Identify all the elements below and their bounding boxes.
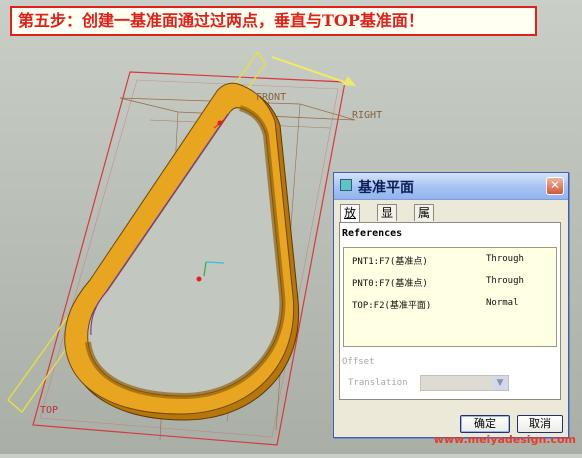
- dialog-title-bar[interactable]: 基准平面 ✕: [334, 173, 568, 200]
- offset-label: Offset: [342, 357, 375, 367]
- reference-type[interactable]: Through: [486, 276, 524, 286]
- dialog-title: 基准平面: [358, 180, 414, 196]
- reference-row[interactable]: PNT0:F7(基准点) Through: [350, 276, 550, 290]
- top-plane-label: TOP: [40, 405, 59, 416]
- front-plane-label: FRONT: [256, 92, 287, 103]
- references-list[interactable]: PNT1:F7(基准点) Through PNT0:F7(基准点) Throug…: [343, 247, 557, 347]
- datum-plane-icon: [340, 179, 352, 191]
- reference-row[interactable]: PNT1:F7(基准点) Through: [350, 254, 550, 268]
- cancel-button[interactable]: 取消: [517, 415, 563, 433]
- reference-row[interactable]: TOP:F2(基准平面) Normal: [350, 298, 550, 312]
- reference-type[interactable]: Through: [486, 254, 524, 264]
- references-header: References: [342, 228, 403, 239]
- reference-name: TOP:F2(基准平面): [352, 301, 432, 311]
- reference-name: PNT1:F7(基准点): [352, 257, 428, 267]
- watermark-text: www.meiyadesign.com: [433, 433, 576, 446]
- ok-button[interactable]: 确定: [460, 415, 510, 433]
- right-plane-label: RIGHT: [352, 110, 383, 121]
- tab-placement[interactable]: 放置: [340, 204, 361, 236]
- tab-properties[interactable]: 属性: [414, 204, 435, 236]
- close-button[interactable]: ✕: [546, 177, 564, 195]
- datum-point-pnt0[interactable]: [196, 276, 202, 282]
- tab-display[interactable]: 显示: [377, 204, 398, 236]
- translation-select[interactable]: ▼: [420, 375, 509, 391]
- translation-label: Translation: [348, 378, 408, 388]
- placement-panel: References PNT1:F7(基准点) Through PNT0:F7(…: [339, 222, 561, 400]
- chevron-down-icon[interactable]: ▼: [492, 376, 508, 390]
- reference-name: PNT0:F7(基准点): [352, 279, 428, 289]
- datum-plane-dialog: 基准平面 ✕ 放置 显示 属性 References PNT1:F7(基准点) …: [333, 172, 569, 438]
- step-instruction-banner: 第五步：创建一基准面通过过两点，垂直与TOP基准面！: [10, 6, 537, 36]
- reference-type[interactable]: Normal: [486, 298, 519, 308]
